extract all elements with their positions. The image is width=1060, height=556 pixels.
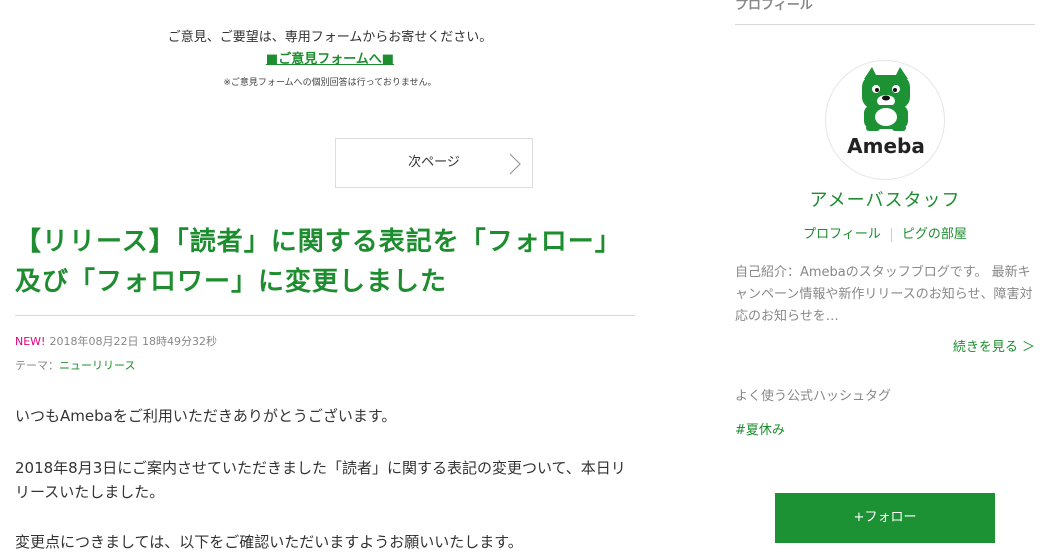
read-more-link[interactable]: 続きを見る ＞ [953,338,1035,358]
avatar[interactable]: Ameba [825,60,945,180]
profile-link[interactable]: プロフィール [803,227,881,242]
next-page-button[interactable]: 次ページ [335,138,533,188]
article-paragraph: いつもAmebaをご利用いただきありがとうございます。 [15,407,397,425]
feedback-notice: ご意見、ご要望は、専用フォームからお寄せください。 ■ご意見フォームへ■ ※ご意… [0,28,660,90]
hashtag-link[interactable]: #夏休み [735,421,785,441]
profile-links: プロフィール ピグの部屋 [735,225,1035,245]
link-separator [890,227,892,242]
profile-heading: プロフィール [735,0,813,13]
main-column: ご意見、ご要望は、専用フォームからお寄せください。 ■ご意見フォームへ■ ※ご意… [0,0,660,556]
next-page-label: 次ページ [408,155,460,170]
title-divider [15,315,635,316]
new-badge: NEW! [15,335,46,348]
hashtag-heading: よく使う公式ハッシュタグ [735,389,892,404]
feedback-form-link[interactable]: ■ご意見フォームへ■ [266,50,394,70]
ameba-logo-icon: Ameba [847,67,925,158]
article-theme: テーマ：ニューリリース [15,358,135,374]
profile-heading-divider [735,24,1035,25]
sidebar: プロフィール Ameba アメーバスタッフ プロフィール ピグの部屋 自己紹介：… [735,0,1035,556]
profile-intro: 自己紹介：Amebaのスタッフブログです。 最新キャンペーン情報や新作リリースの… [735,265,1033,324]
theme-label: テーマ： [15,359,59,372]
article-paragraph: 変更点につきましては、以下をご確認いただいますようお願いいたします。 [15,533,523,551]
theme-link[interactable]: ニューリリース [59,359,135,372]
pigg-room-link[interactable]: ピグの部屋 [902,227,967,242]
feedback-message: ご意見、ご要望は、専用フォームからお寄せください。 [167,30,493,45]
profile-name[interactable]: アメーバスタッフ [735,188,1035,214]
feedback-note: ※ご意見フォームへの個別回答は行っておりません。 [223,78,437,88]
article-paragraph: 2018年8月3日にご案内させていただきました「読者」に関する表記の変更ついて、… [15,459,626,501]
article-meta: NEW! 2018年08月22日 18時49分32秒 [15,334,217,350]
logo-wordmark: Ameba [847,134,925,158]
chevron-right-icon [509,153,521,175]
article-datetime: 2018年08月22日 18時49分32秒 [49,335,217,348]
article-title[interactable]: 【リリース】「読者」に関する表記を「フォロー」及び「フォロワー」に変更しました [15,222,615,302]
follow-button[interactable]: +フォロー [775,493,995,543]
